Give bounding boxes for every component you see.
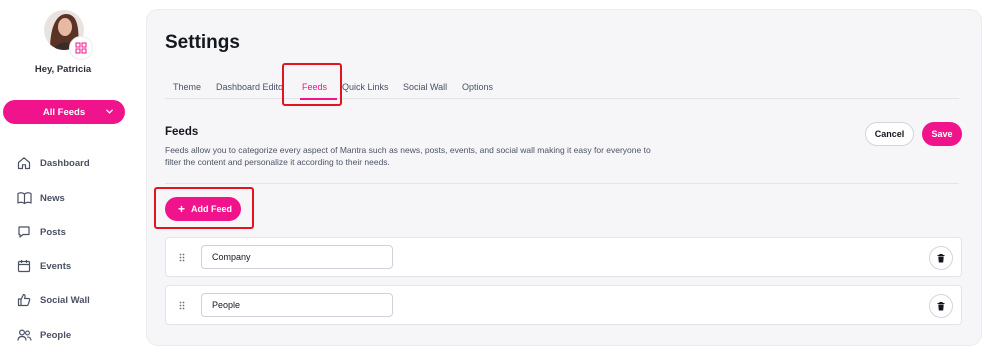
sidebar-item-label: Events bbox=[40, 260, 72, 272]
people-icon bbox=[16, 327, 32, 343]
feeds-tab-highlight-box bbox=[282, 63, 342, 106]
save-button[interactable]: Save bbox=[922, 122, 962, 146]
sidebar-item-label: People bbox=[40, 329, 72, 341]
sidebar-item-label: News bbox=[40, 192, 65, 204]
feeds-section-title: Feeds bbox=[165, 126, 199, 138]
thumbs-up-icon bbox=[16, 292, 32, 308]
tab-social-wall[interactable]: Social Wall bbox=[403, 82, 447, 92]
feed-row bbox=[165, 237, 962, 277]
feeds-section-description: Feeds allow you to categorize every aspe… bbox=[165, 145, 651, 167]
tab-dashboard-editor[interactable]: Dashboard Edito bbox=[216, 82, 283, 92]
book-icon bbox=[16, 190, 32, 206]
home-icon bbox=[16, 155, 32, 171]
sidebar-item-dashboard[interactable]: Dashboard bbox=[16, 153, 90, 173]
all-feeds-dropdown[interactable]: All Feeds bbox=[3, 100, 125, 124]
trash-icon bbox=[937, 253, 945, 262]
sidebar-item-label: Social Wall bbox=[40, 294, 90, 306]
user-greeting: Hey, Patricia bbox=[34, 64, 92, 75]
feed-row bbox=[165, 285, 962, 325]
feed-name-input[interactable] bbox=[201, 245, 393, 269]
delete-feed-button[interactable] bbox=[929, 246, 953, 270]
delete-feed-button[interactable] bbox=[929, 294, 953, 318]
drag-handle-icon[interactable] bbox=[179, 301, 185, 310]
profile-avatar[interactable] bbox=[44, 10, 94, 60]
grid-icon[interactable] bbox=[69, 36, 93, 60]
cancel-button[interactable]: Cancel bbox=[865, 122, 914, 146]
sidebar-item-social-wall[interactable]: Social Wall bbox=[16, 290, 90, 310]
add-feed-highlight-box bbox=[154, 187, 254, 229]
sidebar: Hey, Patricia All Feeds Dashboard News P… bbox=[0, 0, 140, 361]
calendar-icon bbox=[16, 258, 32, 274]
trash-icon bbox=[937, 301, 945, 310]
feed-name-input[interactable] bbox=[201, 293, 393, 317]
sidebar-item-label: Dashboard bbox=[40, 157, 90, 169]
all-feeds-label: All Feeds bbox=[42, 106, 86, 118]
sidebar-item-events[interactable]: Events bbox=[16, 256, 71, 276]
sidebar-item-label: Posts bbox=[40, 226, 66, 238]
settings-panel: Settings Theme Dashboard Edito Feeds Qui… bbox=[146, 9, 982, 346]
chat-icon bbox=[16, 224, 32, 240]
page-title: Settings bbox=[165, 32, 240, 53]
tab-theme[interactable]: Theme bbox=[173, 82, 201, 92]
tab-quick-links[interactable]: Quick Links bbox=[342, 82, 389, 92]
sidebar-item-people[interactable]: People bbox=[16, 325, 71, 345]
drag-handle-icon[interactable] bbox=[179, 253, 185, 262]
chevron-down-icon bbox=[106, 109, 113, 114]
section-divider bbox=[165, 183, 959, 184]
tab-options[interactable]: Options bbox=[462, 82, 493, 92]
sidebar-item-posts[interactable]: Posts bbox=[16, 222, 66, 242]
sidebar-item-news[interactable]: News bbox=[16, 188, 65, 208]
